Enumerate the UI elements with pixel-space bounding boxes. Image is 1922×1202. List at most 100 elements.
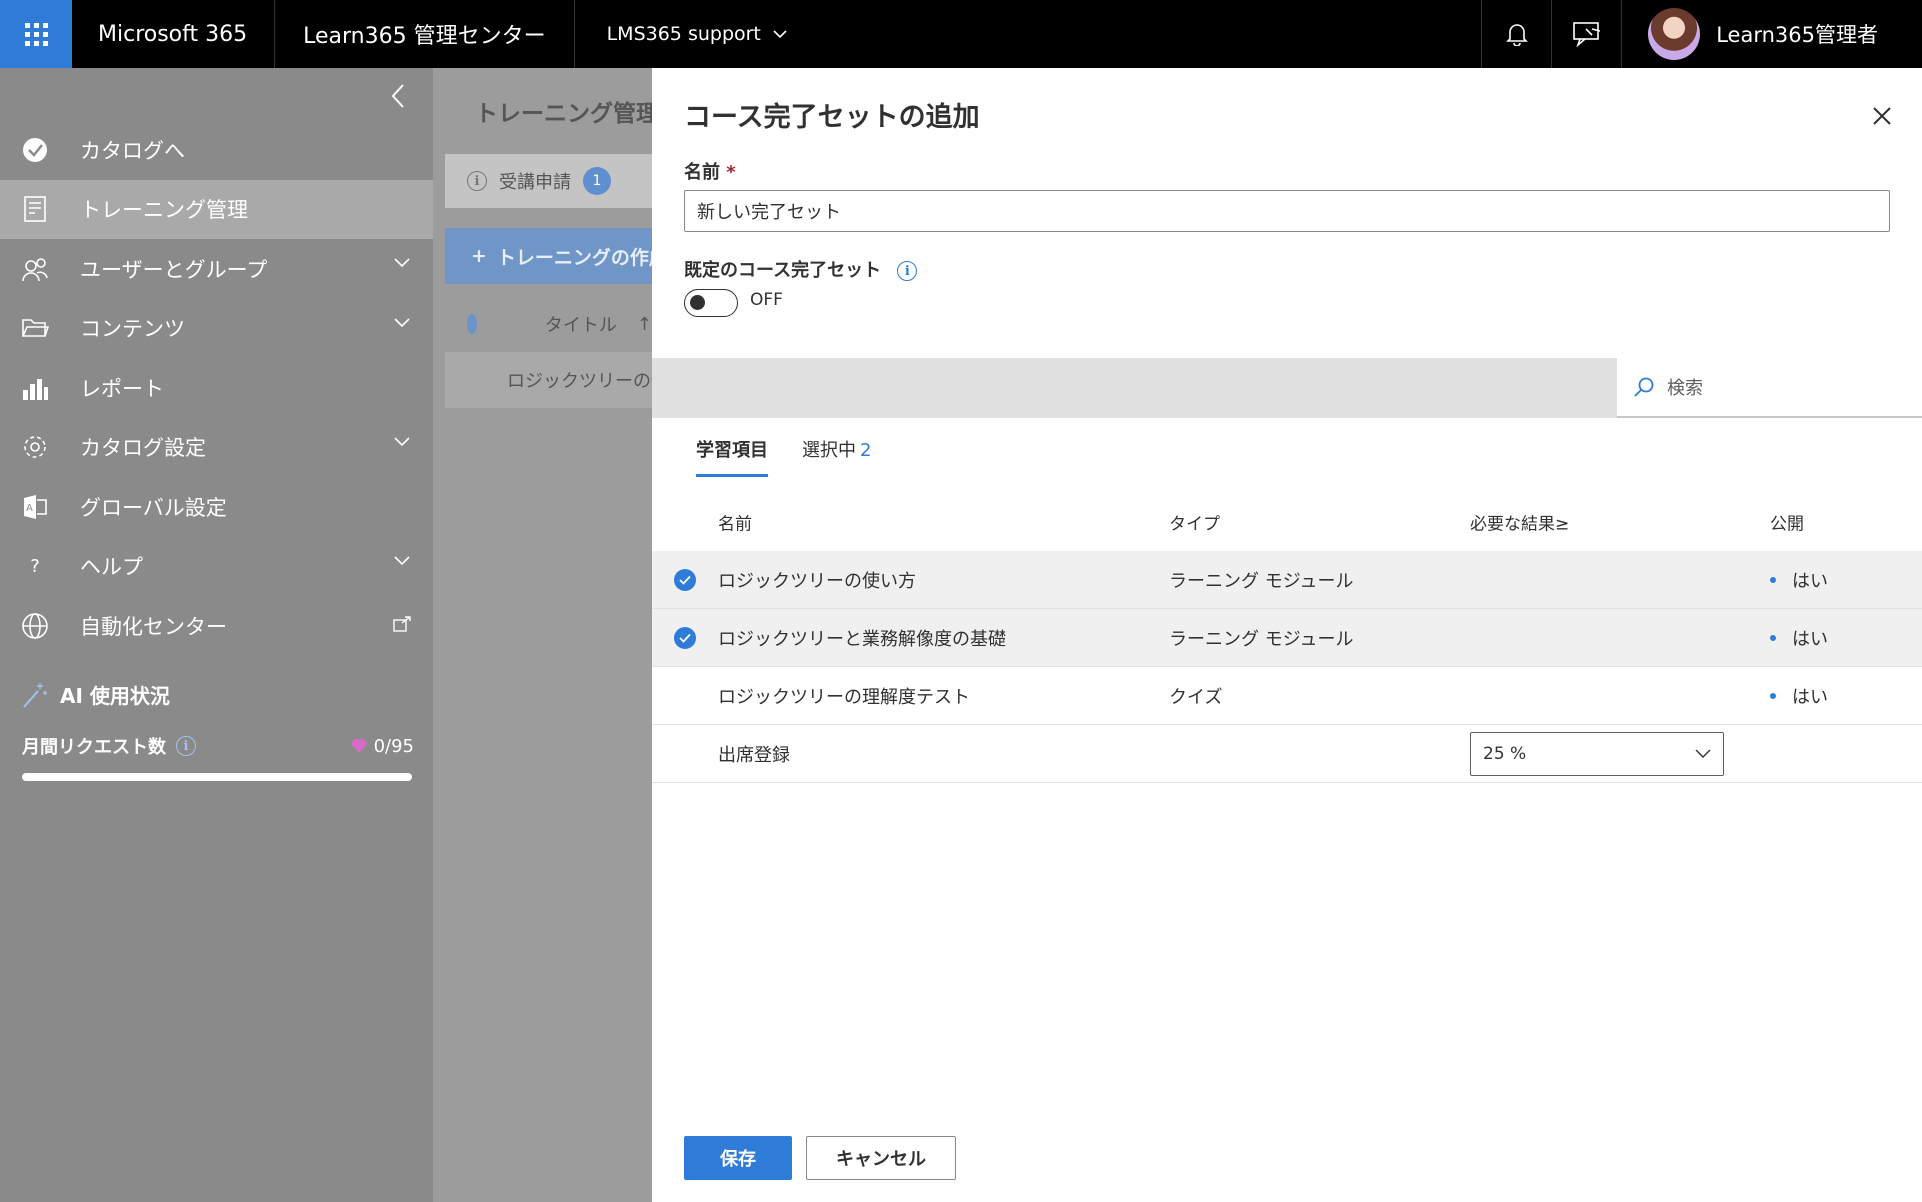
chevron-down-icon[interactable] [393,317,411,329]
table-row[interactable]: ロジックツリーの使い方 ラーニング モジュール はい [652,551,1922,609]
svg-text:A: A [26,503,33,514]
info-icon[interactable]: i [176,736,196,756]
help-icon: ? [30,555,40,577]
row-checkbox[interactable] [674,568,696,591]
sidebar-item-label: カタログへ [80,138,185,163]
info-icon: i [467,171,487,191]
select-all-check[interactable] [467,314,477,334]
ai-requests-count: 0/95 [350,736,414,757]
page-title: トレーニング管理 [475,101,652,127]
admin-center-title[interactable]: Learn365 管理センター [275,0,575,68]
row-type: ラーニング モジュール [1169,570,1354,592]
plus-icon: + [471,245,487,267]
chevron-down-icon [1695,749,1711,758]
catalog-check-icon [20,135,50,165]
sidebar-item-catalog[interactable]: カタログへ [0,120,433,180]
sidebar-item-content[interactable]: コンテンツ [0,299,433,359]
create-training-button[interactable]: + トレーニングの作成 [445,228,652,284]
tenant-label: LMS365 support [606,23,761,45]
column-title[interactable]: タイトル [545,311,617,337]
column-published[interactable]: 公開 [1770,510,1804,535]
chevron-down-icon[interactable] [393,257,411,269]
status-dot [1770,576,1776,583]
row-published: はい [1770,567,1828,593]
sidebar-item-catalog-settings[interactable]: カタログ設定 [0,418,433,478]
table-row[interactable]: 出席登録 25 % [652,725,1922,783]
panel-tabs: 学習項目 選択中 2 [696,436,871,477]
close-icon[interactable] [1870,104,1894,128]
chevron-down-icon [773,30,787,39]
ai-usage-section: AI 使用状況 月間リクエスト数 i 0/95 [22,680,414,781]
status-dot [1770,692,1776,699]
status-dot [1770,634,1776,641]
sidebar-item-label: ヘルプ [80,555,143,580]
tenant-selector[interactable]: LMS365 support [575,0,819,68]
bell-icon[interactable] [1481,0,1551,68]
tab-selected[interactable]: 選択中 2 [802,436,871,477]
sidebar-item-label: コンテンツ [80,317,185,342]
tab-learning-items[interactable]: 学習項目 [696,436,768,477]
table-row[interactable]: ロジックツリーの理解度テスト クイズ はい [652,667,1922,725]
ai-usage-title: AI 使用状況 [22,680,414,709]
required-mark: * [726,162,736,183]
panel-title: コース完了セットの追加 [684,102,980,133]
row-checkbox[interactable] [674,626,696,649]
sidebar: カタログへ トレーニング管理 ユーザーとグループ コンテンツ レポート カタログ… [0,68,433,1202]
chevron-down-icon[interactable] [393,436,411,448]
ai-requests-label: 月間リクエスト数 [22,737,166,758]
user-menu[interactable]: Learn365管理者 [1621,0,1922,68]
sidebar-item-global-settings[interactable]: A グローバル設定 [0,477,433,537]
waffle-icon[interactable] [0,0,72,68]
collapse-icon[interactable] [385,82,413,110]
translate-icon: A [20,492,50,522]
feedback-icon[interactable] [1551,0,1621,68]
top-bar: Microsoft 365 Learn365 管理センター LMS365 sup… [0,0,1922,68]
name-label: 名前 * [684,158,736,184]
sidebar-item-label: ユーザーとグループ [80,257,268,282]
default-set-label-text: 既定のコース完了セット [684,260,882,281]
name-field[interactable] [684,190,1890,232]
tab-count: 2 [860,440,872,461]
column-type[interactable]: タイプ [1169,510,1220,535]
info-icon[interactable]: i [897,261,918,281]
sidebar-item-label: トレーニング管理 [80,198,248,223]
sidebar-item-label: レポート [80,376,164,401]
tab-requests-label: 受講申請 [499,172,571,193]
table-header: 名前 タイプ 必要な結果≥ 公開 [652,493,1922,551]
sidebar-item-label: 自動化センター [80,614,227,639]
sidebar-item-label: カタログ設定 [80,436,206,461]
sidebar-item-label: グローバル設定 [80,495,227,520]
chevron-down-icon[interactable] [393,555,411,567]
count-badge: 1 [583,167,611,195]
sidebar-item-reports[interactable]: レポート [0,358,433,418]
row-title: ロジックツリーの使い方 [507,371,652,392]
table-row[interactable]: ロジックツリーの使い方 [445,352,652,408]
tab-label: 学習項目 [696,440,768,461]
table-row[interactable]: ロジックツリーと業務解像度の基礎 ラーニング モジュール はい [652,609,1922,667]
toggle-state: OFF [750,290,783,310]
cancel-button[interactable]: キャンセル [806,1136,956,1180]
row-name: ロジックツリーと業務解像度の基礎 [718,628,1006,650]
required-result-dropdown[interactable]: 25 % [1470,732,1724,776]
row-name: ロジックツリーの使い方 [718,570,916,592]
search-input[interactable]: 検索 [1617,358,1922,418]
create-training-label: トレーニングの作成 [496,246,652,269]
sidebar-item-training[interactable]: トレーニング管理 [0,179,433,239]
sidebar-item-help[interactable]: ? ヘルプ [0,537,433,597]
suite-title[interactable]: Microsoft 365 [72,0,276,68]
table-header: タイトル ↑ [445,296,652,352]
default-set-toggle[interactable] [684,289,738,317]
save-button[interactable]: 保存 [684,1136,792,1180]
checkmark-icon [679,633,691,643]
published-text: はい [1792,570,1828,592]
tab-requests[interactable]: i 受講申請 1 [445,154,652,208]
folder-icon [20,313,50,343]
external-link-icon[interactable] [393,616,411,632]
column-required-result[interactable]: 必要な結果≥ [1470,510,1569,535]
dropdown-value: 25 % [1483,744,1527,764]
sidebar-item-users[interactable]: ユーザーとグループ [0,239,433,299]
column-name[interactable]: 名前 [718,510,752,535]
sidebar-item-automation[interactable]: 自動化センター [0,596,433,656]
sort-up-icon: ↑ [636,313,652,335]
diamond-icon [350,739,367,753]
